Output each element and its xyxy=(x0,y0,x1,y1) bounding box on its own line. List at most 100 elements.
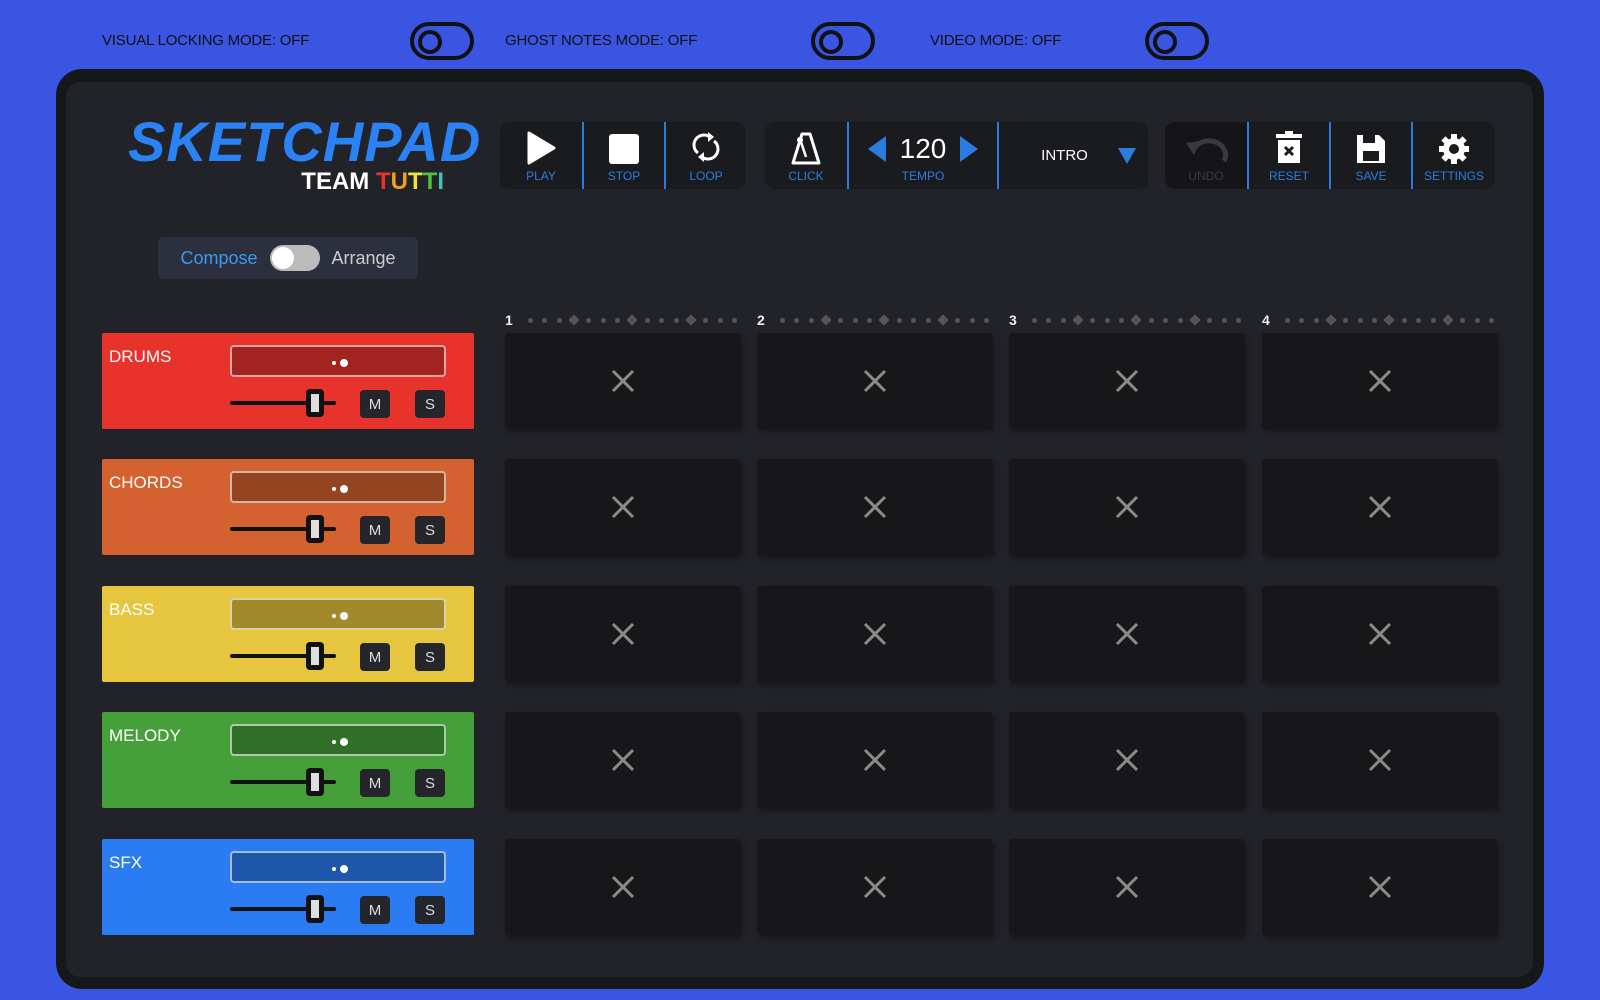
volume-slider-thumb[interactable] xyxy=(305,895,324,923)
mute-button[interactable]: M xyxy=(360,643,390,671)
subdivision-marker xyxy=(1353,317,1368,323)
bar-ruler: 2 xyxy=(757,312,994,328)
subdivision-marker xyxy=(790,317,805,323)
play-label: PLAY xyxy=(526,169,556,183)
clip-slot[interactable] xyxy=(1262,586,1497,682)
subdivision-marker xyxy=(552,317,567,323)
pan-control[interactable] xyxy=(230,851,446,883)
subdivision-marker xyxy=(611,317,626,323)
clip-slot[interactable] xyxy=(1009,839,1244,935)
clip-slot[interactable] xyxy=(1262,712,1497,808)
mute-button[interactable]: M xyxy=(360,516,390,544)
tempo-decrease-icon[interactable] xyxy=(867,136,886,162)
settings-button[interactable]: SETTINGS xyxy=(1411,122,1495,189)
solo-button[interactable]: S xyxy=(415,516,445,544)
clip-slot[interactable] xyxy=(1262,839,1497,935)
beat-marker xyxy=(1129,314,1144,326)
compose-label[interactable]: Compose xyxy=(180,248,257,269)
empty-x-icon xyxy=(1115,495,1138,519)
volume-slider-thumb[interactable] xyxy=(305,515,324,543)
clip-slot[interactable] xyxy=(757,333,992,429)
clip-slot[interactable] xyxy=(1009,712,1244,808)
subdivision-marker xyxy=(906,317,921,323)
save-button[interactable]: SAVE xyxy=(1329,122,1411,189)
clip-slot[interactable] xyxy=(757,586,992,682)
stop-button[interactable]: STOP xyxy=(582,122,664,189)
solo-button[interactable]: S xyxy=(415,643,445,671)
tempo-control: 120 TEMPO xyxy=(847,122,997,189)
solo-button[interactable]: S xyxy=(415,390,445,418)
undo-button[interactable]: UNDO xyxy=(1165,122,1247,189)
subdivision-marker xyxy=(833,317,848,323)
tempo-increase-icon[interactable] xyxy=(960,136,979,162)
loop-button[interactable]: LOOP xyxy=(664,122,746,189)
volume-slider[interactable] xyxy=(230,895,336,923)
clip-slot[interactable] xyxy=(1009,333,1244,429)
mute-button[interactable]: M xyxy=(360,769,390,797)
undo-icon xyxy=(1186,138,1228,163)
volume-slider[interactable] xyxy=(230,515,336,543)
pan-control[interactable] xyxy=(230,345,446,377)
clip-slot[interactable] xyxy=(505,459,740,555)
track-chords: CHORDS M S xyxy=(102,459,474,555)
trash-icon xyxy=(1276,131,1302,163)
mute-button[interactable]: M xyxy=(360,896,390,924)
play-button[interactable]: PLAY xyxy=(500,122,582,189)
clip-slot[interactable] xyxy=(505,333,740,429)
empty-x-icon xyxy=(1115,622,1138,646)
clip-slot[interactable] xyxy=(505,839,740,935)
volume-slider-thumb[interactable] xyxy=(305,642,324,670)
volume-slider-thumb[interactable] xyxy=(305,768,324,796)
clip-slot[interactable] xyxy=(757,459,992,555)
track-melody: MELODY M S xyxy=(102,712,474,808)
arrange-label[interactable]: Arrange xyxy=(332,248,396,269)
logo-letter: I xyxy=(437,168,444,195)
subdivision-marker xyxy=(1484,317,1499,323)
chevron-down-icon xyxy=(1117,147,1136,164)
clip-slot[interactable] xyxy=(757,712,992,808)
compose-arrange-switch[interactable] xyxy=(269,245,320,271)
clip-slot[interactable] xyxy=(1009,586,1244,682)
empty-x-icon xyxy=(611,875,634,899)
section-dropdown[interactable]: INTRO xyxy=(997,122,1148,189)
volume-slider-thumb[interactable] xyxy=(305,389,324,417)
clip-slot[interactable] xyxy=(1262,459,1497,555)
pan-control[interactable] xyxy=(230,471,446,503)
clip-slot[interactable] xyxy=(505,586,740,682)
volume-slider[interactable] xyxy=(230,389,336,417)
logo-letter: T xyxy=(422,168,438,195)
solo-button[interactable]: S xyxy=(415,896,445,924)
subdivision-marker xyxy=(1027,317,1042,323)
subdivision-marker xyxy=(1411,317,1426,323)
bar-number: 4 xyxy=(1262,312,1270,328)
subdivision-marker xyxy=(1144,317,1159,323)
empty-x-icon xyxy=(1368,748,1391,772)
pan-indicator xyxy=(340,612,348,620)
volume-slider[interactable] xyxy=(230,642,336,670)
empty-x-icon xyxy=(863,875,886,899)
click-label: CLICK xyxy=(788,169,824,183)
loop-icon xyxy=(692,132,720,162)
clip-slot[interactable] xyxy=(757,839,992,935)
ghost-notes-mode-toggle[interactable] xyxy=(811,22,875,60)
subdivision-marker xyxy=(654,317,669,323)
track-name: CHORDS xyxy=(109,473,183,492)
pan-dot-small xyxy=(332,487,336,491)
mute-button[interactable]: M xyxy=(360,390,390,418)
empty-x-icon xyxy=(1368,495,1391,519)
clip-slot[interactable] xyxy=(1262,333,1497,429)
solo-button[interactable]: S xyxy=(415,769,445,797)
volume-slider[interactable] xyxy=(230,768,336,796)
beat-marker xyxy=(567,314,582,326)
clip-slot[interactable] xyxy=(1009,459,1244,555)
video-mode-toggle[interactable] xyxy=(1145,22,1209,60)
beat-marker xyxy=(684,314,699,326)
pan-control[interactable] xyxy=(230,724,446,756)
reset-button[interactable]: RESET xyxy=(1247,122,1329,189)
tempo-value[interactable]: 120 xyxy=(900,133,947,165)
visual-locking-mode-toggle[interactable] xyxy=(410,22,474,60)
video-mode-label: VIDEO MODE: OFF xyxy=(930,32,1062,49)
click-button[interactable]: CLICK xyxy=(765,122,847,189)
pan-control[interactable] xyxy=(230,598,446,630)
clip-slot[interactable] xyxy=(505,712,740,808)
